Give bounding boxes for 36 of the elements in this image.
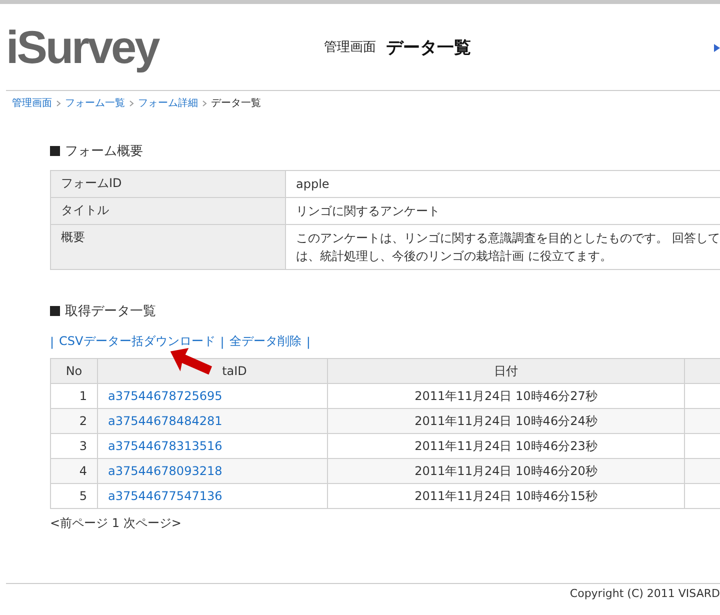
breadcrumb-link[interactable]: 管理画面 xyxy=(12,96,52,110)
square-icon xyxy=(50,306,60,316)
separator: | xyxy=(220,334,224,348)
triangle-icon[interactable] xyxy=(714,44,720,52)
breadcrumb-link[interactable]: フォーム一覧 xyxy=(65,96,125,110)
table-cell: 概要 xyxy=(50,224,286,270)
table-cell: タイトル xyxy=(50,198,286,224)
copyright-text: Copyright (C) 2011 VISARD xyxy=(570,587,720,600)
square-icon xyxy=(50,146,60,156)
table-cell: 2011年11月24日 10時46分20秒 xyxy=(328,458,684,484)
table-cell: フォームID xyxy=(50,170,286,198)
logo-text: iSurvey xyxy=(6,20,160,74)
section-heading: 取得データ一覧 xyxy=(65,303,156,320)
column-header: No xyxy=(50,358,98,384)
table-cell: 4 xyxy=(50,458,98,484)
separator: | xyxy=(306,334,310,348)
chevron-icon xyxy=(56,100,61,106)
table-cell: 2011年11月24日 10時46分15秒 xyxy=(328,484,684,508)
separator: | xyxy=(50,334,54,348)
chevron-icon xyxy=(202,100,207,106)
table-cell: 2011年11月24日 10時46分24秒 xyxy=(328,408,684,434)
chevron-icon xyxy=(129,100,134,106)
table-cell: apple xyxy=(296,177,330,191)
header-section: 管理画面 xyxy=(324,38,376,56)
column-header: 日付 xyxy=(328,358,684,384)
table-cell: 5 xyxy=(50,484,98,508)
table-cell: リンゴに関するアンケート xyxy=(296,204,440,218)
action-link[interactable]: 全データ削除 xyxy=(229,333,302,350)
column-header: taID xyxy=(222,364,247,378)
breadcrumb-link[interactable]: フォーム詳細 xyxy=(138,96,198,110)
page-title: データ一覧 xyxy=(386,36,471,58)
table-cell: このアンケートは、リンゴに関する意識調査を目的としたものです。 回答して は、統計処理し、今後のリンゴの栽培計画 に役立てます。 xyxy=(296,231,720,263)
action-link[interactable]: CSVデーター括ダウンロード xyxy=(59,333,216,350)
pager: <前ページ 1 次ページ> xyxy=(50,515,182,532)
section-heading: フォーム概要 xyxy=(65,143,143,160)
table-cell: 2 xyxy=(50,408,98,434)
